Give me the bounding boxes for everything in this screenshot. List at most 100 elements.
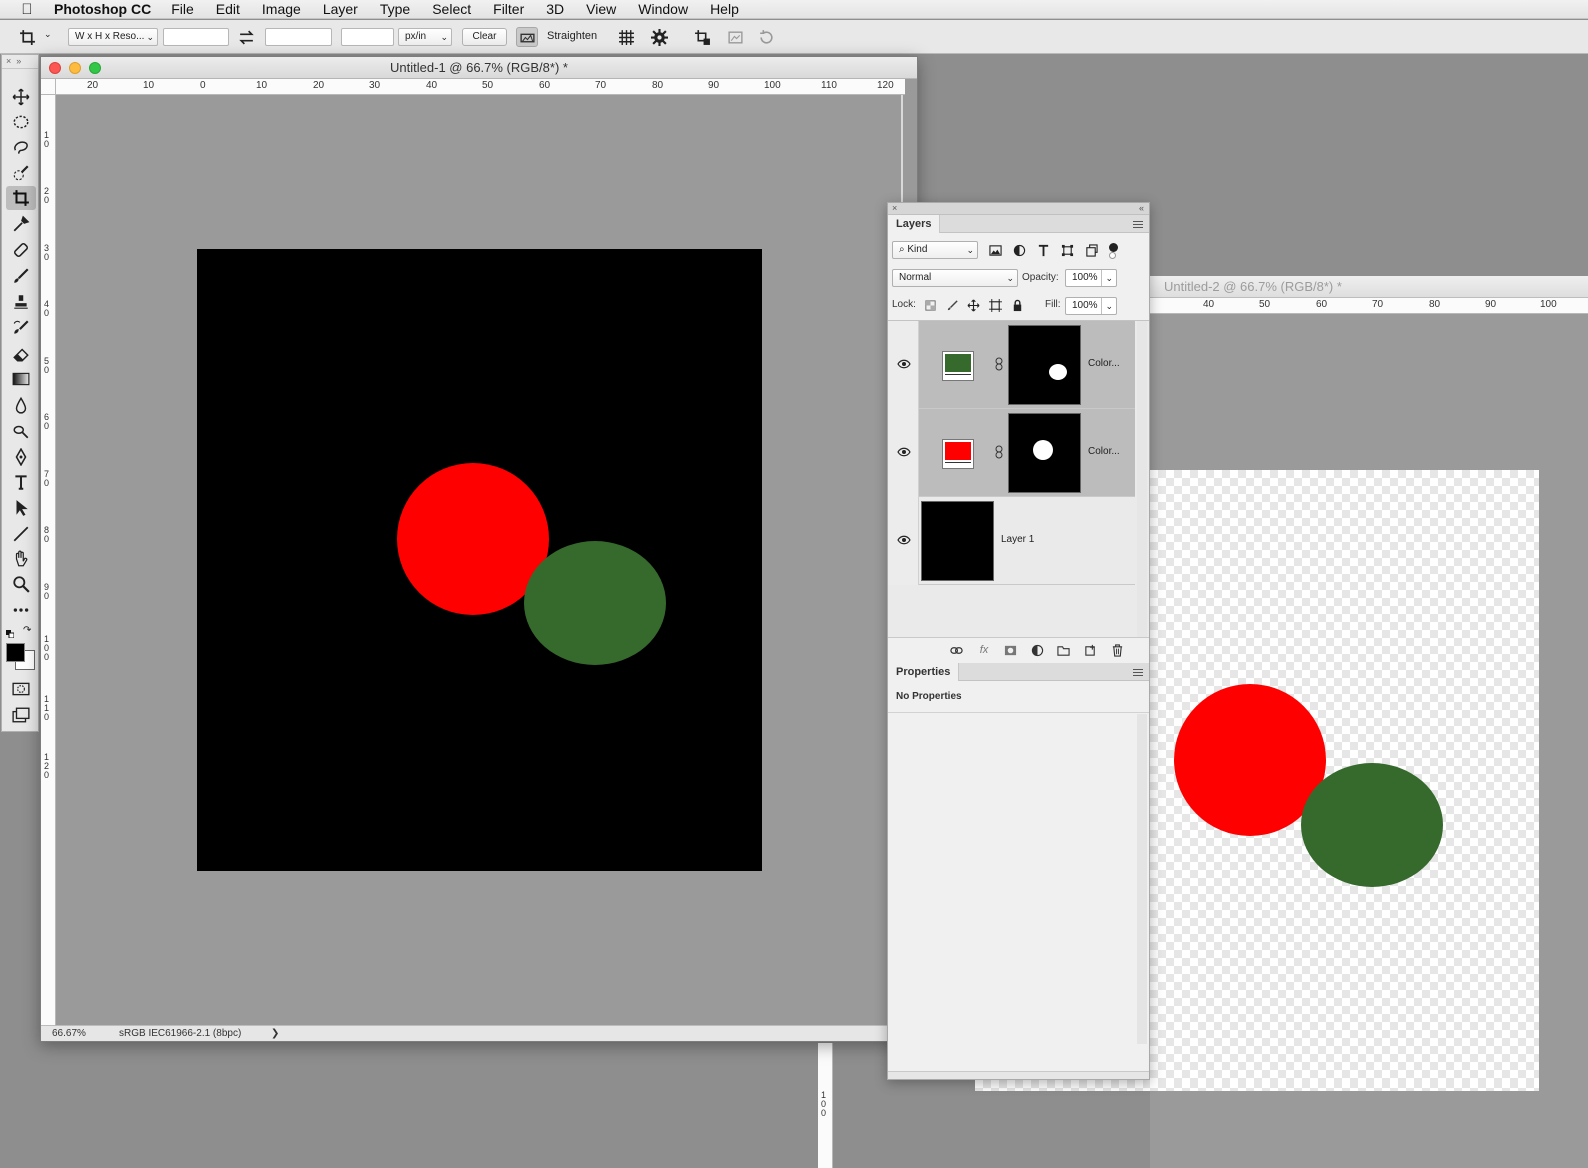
- move-tool-icon[interactable]: [6, 85, 36, 109]
- mask-thumbnail[interactable]: [1008, 413, 1081, 493]
- default-colors-icon[interactable]: [6, 627, 15, 639]
- visibility-toggle[interactable]: [888, 497, 919, 585]
- tools-panel-header[interactable]: × »: [2, 55, 38, 69]
- path-selection-icon[interactable]: [6, 496, 36, 520]
- lock-position-icon[interactable]: [965, 297, 981, 313]
- tab-properties[interactable]: Properties: [888, 663, 960, 681]
- clear-button[interactable]: Clear: [462, 28, 507, 46]
- lock-artboard-icon[interactable]: [987, 297, 1003, 313]
- type-tool-icon[interactable]: [6, 470, 36, 494]
- width-input[interactable]: [163, 28, 229, 46]
- menu-layer[interactable]: Layer: [323, 1, 358, 17]
- visibility-toggle[interactable]: [888, 321, 919, 409]
- lasso-icon[interactable]: [6, 136, 36, 160]
- clone-stamp-icon[interactable]: [6, 290, 36, 314]
- overlay-grid-icon[interactable]: [615, 27, 637, 47]
- canvas[interactable]: [197, 249, 762, 871]
- layer-name[interactable]: Color...: [1088, 446, 1120, 457]
- line-tool-icon[interactable]: [6, 522, 36, 546]
- visibility-toggle[interactable]: [888, 409, 919, 497]
- reset-icon[interactable]: [755, 27, 777, 47]
- layer-thumbnail[interactable]: [921, 501, 994, 581]
- zoom-level[interactable]: 66.67%: [52, 1026, 86, 1041]
- zoom-tool-icon[interactable]: [6, 572, 36, 596]
- resolution-unit-select[interactable]: px/in ⌄: [398, 28, 452, 46]
- fill-thumbnail-red[interactable]: [942, 439, 974, 469]
- new-layer-icon[interactable]: [1081, 642, 1099, 658]
- document-2-title[interactable]: Untitled-2 @ 66.7% (RGB/8*) *: [1150, 276, 1588, 298]
- layer-row-green-color-fill[interactable]: Color...: [888, 321, 1135, 409]
- elliptical-marquee-icon[interactable]: [6, 110, 36, 134]
- eyedropper-icon[interactable]: [6, 212, 36, 236]
- blur-icon[interactable]: [6, 393, 36, 417]
- lock-all-icon[interactable]: [1009, 297, 1025, 313]
- hand-tool-icon[interactable]: [6, 547, 36, 571]
- menu-image[interactable]: Image: [262, 1, 301, 17]
- brush-icon[interactable]: [6, 264, 36, 288]
- height-input[interactable]: [265, 28, 332, 46]
- status-menu-arrow-icon[interactable]: ❯: [271, 1026, 279, 1041]
- link-chain-icon[interactable]: [995, 357, 1003, 371]
- panel-resize-handle[interactable]: [888, 1071, 1149, 1079]
- new-group-folder-icon[interactable]: [1054, 642, 1072, 658]
- menu-view[interactable]: View: [586, 1, 616, 17]
- opacity-input[interactable]: 100% ⌄: [1065, 269, 1117, 287]
- layer-name[interactable]: Layer 1: [1001, 534, 1034, 545]
- menu-filter[interactable]: Filter: [493, 1, 524, 17]
- ruler-origin[interactable]: [41, 79, 56, 95]
- fill-thumbnail-green[interactable]: [942, 351, 974, 381]
- layer-row-red-color-fill[interactable]: Color...: [888, 409, 1135, 497]
- menu-edit[interactable]: Edit: [216, 1, 240, 17]
- type-layer-filter-icon[interactable]: [1035, 242, 1051, 258]
- apple-menu-icon[interactable]: : [0, 0, 54, 19]
- resolution-input[interactable]: [341, 28, 394, 46]
- menu-help[interactable]: Help: [710, 1, 739, 17]
- add-mask-icon[interactable]: [1001, 642, 1019, 658]
- straighten-label[interactable]: Straighten: [547, 30, 597, 42]
- gear-icon[interactable]: [648, 27, 670, 47]
- filter-kind-select[interactable]: ⌕ Kind ⌄: [892, 241, 978, 259]
- lock-transparent-pixels-icon[interactable]: [922, 297, 938, 313]
- panel-menu-icon[interactable]: [1133, 669, 1143, 677]
- quick-selection-icon[interactable]: [6, 161, 36, 185]
- minimize-window-button[interactable]: [69, 62, 81, 74]
- menu-3d[interactable]: 3D: [546, 1, 564, 17]
- transparent-canvas[interactable]: [1150, 470, 1539, 1091]
- adjustment-layer-filter-icon[interactable]: [1011, 242, 1027, 258]
- content-aware-icon[interactable]: [724, 27, 746, 47]
- smart-object-filter-icon[interactable]: [1083, 242, 1099, 258]
- screen-mode-icon[interactable]: [6, 703, 36, 727]
- quick-mask-icon[interactable]: [6, 677, 36, 701]
- swap-colors-icon[interactable]: ↷: [23, 625, 31, 636]
- history-brush-icon[interactable]: [6, 316, 36, 340]
- layer-style-fx-icon[interactable]: fx: [975, 642, 993, 658]
- foreground-color-swatch[interactable]: [6, 643, 25, 662]
- menu-select[interactable]: Select: [432, 1, 471, 17]
- fill-input[interactable]: 100% ⌄: [1065, 297, 1117, 315]
- chevron-down-icon[interactable]: ⌄: [44, 29, 52, 40]
- blend-mode-select[interactable]: Normal ⌄: [892, 269, 1018, 287]
- menu-window[interactable]: Window: [638, 1, 688, 17]
- layer-list-scrollbar[interactable]: [1137, 321, 1147, 638]
- close-window-button[interactable]: [49, 62, 61, 74]
- close-panel-icon[interactable]: ×: [892, 203, 897, 214]
- gradient-icon[interactable]: [6, 367, 36, 391]
- lock-image-pixels-icon[interactable]: [944, 297, 960, 313]
- filter-toggle-icon[interactable]: [1109, 243, 1118, 252]
- properties-scrollbar[interactable]: [1137, 714, 1147, 1044]
- pen-icon[interactable]: [6, 445, 36, 469]
- adjustment-layer-icon[interactable]: [1028, 642, 1046, 658]
- pixel-layer-filter-icon[interactable]: [987, 242, 1003, 258]
- panel-dock-header[interactable]: × «: [888, 203, 1149, 215]
- menu-type[interactable]: Type: [380, 1, 410, 17]
- layer-name[interactable]: Color...: [1088, 358, 1120, 369]
- shape-layer-filter-icon[interactable]: [1059, 242, 1075, 258]
- panel-menu-icon[interactable]: [1133, 221, 1143, 229]
- menu-file[interactable]: File: [171, 1, 194, 17]
- swap-dimensions-icon[interactable]: [235, 27, 257, 47]
- ratio-preset-select[interactable]: W x H x Reso... ⌄: [68, 28, 158, 46]
- zoom-window-button[interactable]: [89, 62, 101, 74]
- healing-brush-icon[interactable]: [6, 238, 36, 262]
- more-tools-icon[interactable]: [6, 598, 36, 622]
- app-name-menu[interactable]: Photoshop CC: [54, 1, 151, 17]
